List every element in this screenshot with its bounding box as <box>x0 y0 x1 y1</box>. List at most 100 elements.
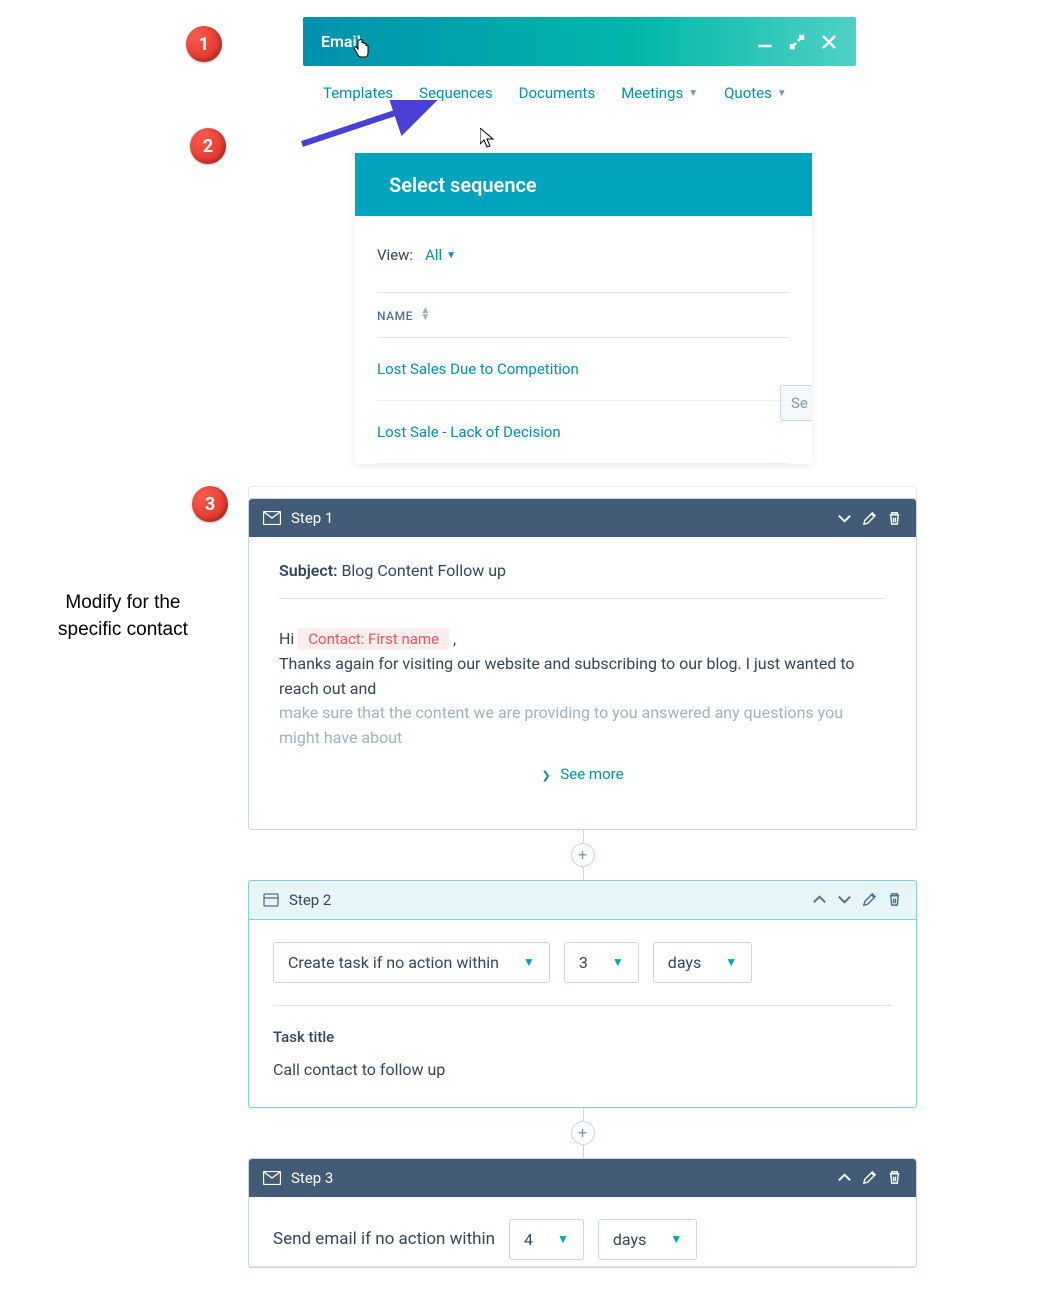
delete-icon[interactable] <box>887 511 902 526</box>
trigger-type-value: Create task if no action within <box>288 953 499 972</box>
sequence-row[interactable]: Lost Sale - Lack of Decision <box>377 401 790 464</box>
search-input[interactable]: Se <box>780 385 812 421</box>
add-step-button[interactable]: + <box>571 1121 595 1145</box>
caret-down-icon: ▼ <box>557 1232 569 1246</box>
minimize-icon[interactable] <box>756 33 774 51</box>
sequence-table: NAME ▲▼ Lost Sales Due to Competition Lo… <box>377 292 790 464</box>
delay-number-value: 4 <box>524 1230 533 1249</box>
annotation-badge-1: 1 <box>186 26 222 62</box>
email-icon <box>263 511 281 525</box>
greeting: Hi <box>279 629 298 648</box>
delay-number-select[interactable]: 4 ▼ <box>509 1219 584 1260</box>
caret-down-icon: ▼ <box>777 88 787 99</box>
select-sequence-modal: Select sequence View: All ▼ NAME ▲▼ Lost… <box>355 153 812 464</box>
search-placeholder: Se <box>791 394 808 412</box>
email-tool-tabs: Templates Sequences Documents Meetings▼ … <box>303 70 856 112</box>
delay-unit-select[interactable]: days ▼ <box>598 1219 697 1260</box>
add-step-button[interactable]: + <box>571 843 595 867</box>
step-1-header: Step 1 <box>249 499 916 537</box>
annotation-badge-3: 3 <box>192 486 228 522</box>
see-more-label: See more <box>560 765 623 783</box>
delete-icon[interactable] <box>887 1170 902 1185</box>
tab-label: Documents <box>519 84 596 102</box>
modal-header: Select sequence <box>355 153 812 216</box>
trigger-number-value: 3 <box>579 953 588 972</box>
step-2-card: Step 2 Create task if no action within ▼… <box>248 880 917 1108</box>
move-down-icon[interactable] <box>837 892 852 907</box>
subject-label: Subject: <box>279 561 337 580</box>
annotation-text: Modify for the specific contact <box>58 590 188 643</box>
annotation-badge-2: 2 <box>190 128 226 164</box>
sequence-link[interactable]: Lost Sales Due to Competition <box>377 360 579 378</box>
view-filter-dropdown[interactable]: All ▼ <box>425 246 456 264</box>
tab-meetings[interactable]: Meetings ▼ <box>621 84 698 102</box>
email-compose-header: Email <box>303 17 856 66</box>
view-label: View: <box>377 246 413 264</box>
step-2-header: Step 2 <box>249 881 916 920</box>
badge-number: 2 <box>203 136 213 157</box>
email-body: Hi Contact: First name , Thanks again fo… <box>279 599 886 751</box>
task-trigger-selectors: Create task if no action within ▼ 3 ▼ da… <box>273 942 892 1006</box>
col-name-label: NAME <box>377 309 413 323</box>
task-title-value: Call contact to follow up <box>273 1060 892 1079</box>
badge-number: 1 <box>199 34 209 55</box>
greeting-comma: , <box>453 629 456 648</box>
caret-down-icon: ▼ <box>446 250 456 261</box>
email-icon <box>263 1171 281 1185</box>
sequence-link[interactable]: Lost Sale - Lack of Decision <box>377 423 561 441</box>
subject-value: Blog Content Follow up <box>341 561 506 580</box>
task-title-label: Task title <box>273 1028 892 1046</box>
sort-icon: ▲▼ <box>420 307 430 321</box>
step-2-actions <box>812 892 902 907</box>
step-connector: + <box>248 830 917 880</box>
delete-icon[interactable] <box>887 892 902 907</box>
email-header-actions <box>756 33 838 51</box>
see-more-button[interactable]: ❯ See more <box>279 751 886 805</box>
chevron-down-icon: ❯ <box>541 769 550 782</box>
trigger-type-select[interactable]: Create task if no action within ▼ <box>273 942 550 983</box>
tab-documents[interactable]: Documents <box>519 84 596 102</box>
tab-quotes[interactable]: Quotes ▼ <box>724 84 787 102</box>
cursor-hand-icon <box>352 39 370 59</box>
edit-icon[interactable] <box>862 1170 877 1185</box>
edit-icon[interactable] <box>862 892 877 907</box>
tab-label: Sequences <box>419 84 492 102</box>
caret-down-icon: ▼ <box>725 955 737 969</box>
modal-title: Select sequence <box>389 173 537 197</box>
tab-sequences[interactable]: Sequences <box>419 84 492 102</box>
move-up-icon[interactable] <box>812 892 827 907</box>
step-1-title: Step 1 <box>291 509 333 527</box>
trigger-number-select[interactable]: 3 ▼ <box>564 942 639 983</box>
expand-icon[interactable] <box>788 33 806 51</box>
step-1-actions <box>837 511 902 526</box>
caret-down-icon: ▼ <box>523 955 535 969</box>
caret-down-icon: ▼ <box>688 88 698 99</box>
tab-templates[interactable]: Templates <box>323 84 393 102</box>
sequence-editor: Step 1 Subject: Blog Content Follow up H… <box>248 486 917 1268</box>
tab-label: Meetings <box>621 84 683 102</box>
badge-number: 3 <box>205 494 215 515</box>
step-connector: + <box>248 1108 917 1158</box>
send-email-label: Send email if no action within <box>273 1229 495 1249</box>
view-filter-row: View: All ▼ <box>377 246 790 264</box>
caret-down-icon: ▼ <box>670 1232 682 1246</box>
trigger-unit-select[interactable]: days ▼ <box>653 942 752 983</box>
body-line: Thanks again for visiting our website an… <box>279 652 886 702</box>
step-1-card: Step 1 Subject: Blog Content Follow up H… <box>248 498 917 830</box>
step-3-header: Step 3 <box>249 1159 916 1197</box>
move-up-icon[interactable] <box>837 1170 852 1185</box>
collapse-icon[interactable] <box>837 511 852 526</box>
edit-icon[interactable] <box>862 511 877 526</box>
step-2-title: Step 2 <box>289 891 331 909</box>
tab-label: Templates <box>323 84 393 102</box>
caret-down-icon: ▼ <box>612 955 624 969</box>
personalization-token[interactable]: Contact: First name <box>298 628 449 650</box>
close-icon[interactable] <box>820 33 838 51</box>
trigger-unit-value: days <box>668 953 701 972</box>
step-3-card: Step 3 Send email if no action within 4 … <box>248 1158 917 1268</box>
sequence-row[interactable]: Lost Sales Due to Competition <box>377 338 790 401</box>
col-name-header[interactable]: NAME ▲▼ <box>377 293 790 338</box>
view-filter-value: All <box>425 246 442 264</box>
tab-label: Quotes <box>724 84 772 102</box>
task-icon <box>263 892 279 908</box>
